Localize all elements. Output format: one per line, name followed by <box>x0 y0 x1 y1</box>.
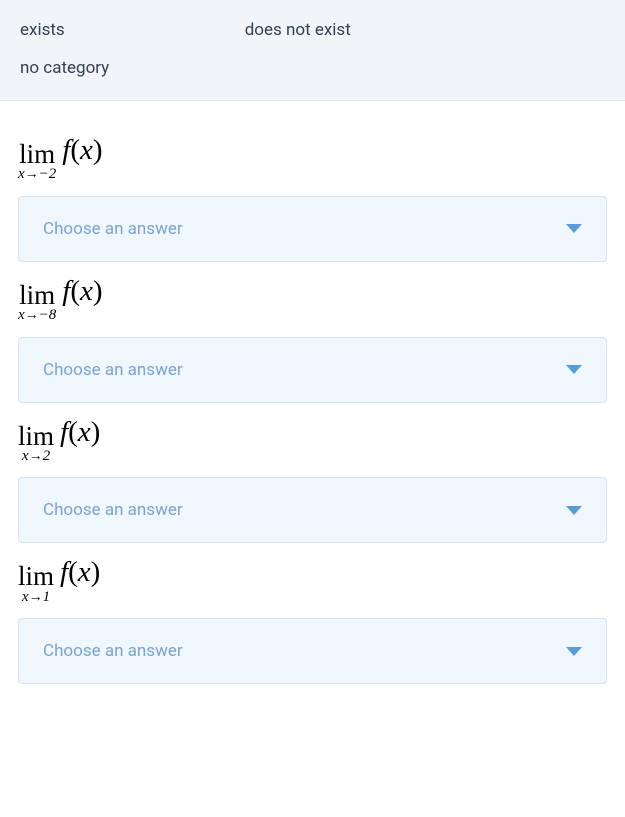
chevron-down-icon <box>566 647 582 656</box>
lim-approach: x→1 <box>22 591 50 605</box>
lim-approach: x→−2 <box>18 168 56 182</box>
limit-notation: lim x→−2 <box>18 142 56 182</box>
answer-dropdown-2[interactable]: Choose an answer <box>18 337 607 403</box>
chevron-down-icon <box>566 224 582 233</box>
question-block-2: lim x→−8 f(x) Choose an answer <box>18 274 607 403</box>
limit-notation: lim x→−8 <box>18 283 56 323</box>
questions-container: lim x→−2 f(x) Choose an answer lim x→−8 … <box>0 101 625 712</box>
question-block-3: lim x→2 f(x) Choose an answer <box>18 415 607 544</box>
lim-text: lim <box>18 564 54 588</box>
chevron-down-icon <box>566 365 582 374</box>
lim-approach: x→2 <box>22 450 50 464</box>
lim-text: lim <box>18 424 54 448</box>
dropdown-label: Choose an answer <box>43 219 183 239</box>
math-expression-2: lim x→−8 f(x) <box>18 274 607 323</box>
function-fx: f(x) <box>62 133 102 182</box>
limit-notation: lim x→1 <box>18 564 54 604</box>
lim-text: lim <box>19 142 55 166</box>
category-row-1: exists does not exist <box>20 16 605 44</box>
answer-dropdown-3[interactable]: Choose an answer <box>18 477 607 543</box>
function-fx: f(x) <box>62 274 102 323</box>
dropdown-label: Choose an answer <box>43 500 183 520</box>
answer-dropdown-1[interactable]: Choose an answer <box>18 196 607 262</box>
math-expression-4: lim x→1 f(x) <box>18 555 607 604</box>
function-fx: f(x) <box>60 415 100 464</box>
dropdown-label: Choose an answer <box>43 360 183 380</box>
math-expression-1: lim x→−2 f(x) <box>18 133 607 182</box>
function-fx: f(x) <box>60 555 100 604</box>
category-exists[interactable]: exists <box>20 16 65 44</box>
math-expression-3: lim x→2 f(x) <box>18 415 607 464</box>
category-row-2: no category <box>20 58 605 78</box>
question-block-1: lim x→−2 f(x) Choose an answer <box>18 133 607 262</box>
dropdown-label: Choose an answer <box>43 641 183 661</box>
lim-approach: x→−8 <box>18 309 56 323</box>
limit-notation: lim x→2 <box>18 424 54 464</box>
category-bar: exists does not exist no category <box>0 0 625 101</box>
chevron-down-icon <box>566 506 582 515</box>
category-no-category[interactable]: no category <box>20 54 109 82</box>
category-does-not-exist[interactable]: does not exist <box>245 16 351 44</box>
answer-dropdown-4[interactable]: Choose an answer <box>18 618 607 684</box>
lim-text: lim <box>19 283 55 307</box>
question-block-4: lim x→1 f(x) Choose an answer <box>18 555 607 684</box>
